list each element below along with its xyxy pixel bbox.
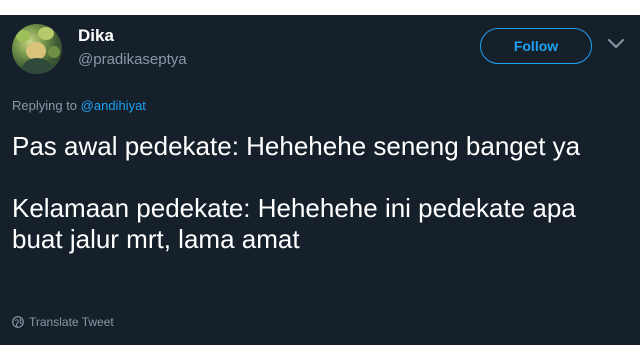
tweet-card: Dika @pradikaseptya Follow Replying to @… xyxy=(0,15,640,345)
user-handle[interactable]: @pradikaseptya xyxy=(78,51,187,68)
replying-prefix: Replying to xyxy=(12,98,78,113)
avatar-leaf xyxy=(16,30,30,42)
avatar[interactable] xyxy=(12,24,62,74)
display-name[interactable]: Dika xyxy=(78,26,114,46)
translate-label: Translate Tweet xyxy=(29,315,114,329)
avatar-leaf xyxy=(48,46,60,58)
reply-mention-link[interactable]: @andihiyat xyxy=(81,98,146,113)
tweet-paragraph: Pas awal pedekate: Hehehehe seneng bange… xyxy=(12,131,581,161)
chevron-down-icon[interactable] xyxy=(607,37,625,51)
follow-button[interactable]: Follow xyxy=(480,28,592,64)
globe-icon xyxy=(12,316,24,328)
avatar-body xyxy=(22,58,52,74)
tweet-text: Pas awal pedekate: Hehehehe seneng bange… xyxy=(12,131,627,255)
tweet-paragraph: Kelamaan pedekate: Hehehehe ini pedekate… xyxy=(12,193,576,254)
replying-to: Replying to @andihiyat xyxy=(12,98,146,113)
translate-tweet-link[interactable]: Translate Tweet xyxy=(12,315,114,329)
avatar-leaf xyxy=(38,27,54,40)
